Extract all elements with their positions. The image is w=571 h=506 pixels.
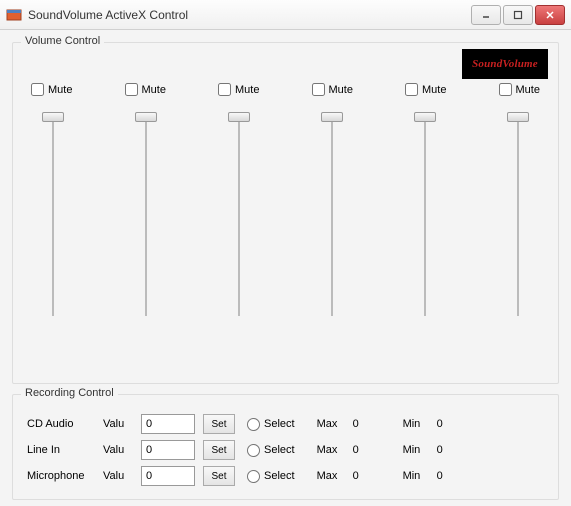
window-controls [469, 5, 565, 25]
volume-slider-2[interactable] [229, 112, 249, 322]
rec-set-button-line-in[interactable]: Set [203, 440, 235, 460]
soundvolume-logo: SoundVolume [462, 49, 548, 79]
recording-row-line-in: Line In Valu Set Select Max 0 Min 0 [25, 437, 546, 463]
volume-control-group: Volume Control SoundVolume Mute Mute Mut… [12, 42, 559, 384]
rec-min-label: Min [403, 444, 429, 456]
maximize-button[interactable] [503, 5, 533, 25]
client-area: Volume Control SoundVolume Mute Mute Mut… [0, 30, 571, 506]
rec-min-value-cd-audio: 0 [437, 418, 457, 430]
rec-value-label: Valu [103, 444, 133, 456]
rec-set-button-cd-audio[interactable]: Set [203, 414, 235, 434]
mute-checkbox-1[interactable]: Mute [125, 83, 166, 96]
volume-slider-5[interactable] [508, 112, 528, 322]
rec-select-radio-microphone[interactable]: Select [247, 470, 295, 483]
rec-min-value-microphone: 0 [437, 470, 457, 482]
volume-slider-0[interactable] [43, 112, 63, 322]
rec-value-input-microphone[interactable] [141, 466, 195, 486]
logo-text: SoundVolume [472, 58, 538, 70]
close-button[interactable] [535, 5, 565, 25]
mute-checkbox-4[interactable]: Mute [405, 83, 446, 96]
rec-max-value-cd-audio: 0 [353, 418, 381, 430]
rec-select-radio-cd-audio[interactable]: Select [247, 418, 295, 431]
recording-row-cd-audio: CD Audio Valu Set Select Max 0 Min 0 [25, 411, 546, 437]
rec-max-value-microphone: 0 [353, 470, 381, 482]
rec-min-value-line-in: 0 [437, 444, 457, 456]
volume-control-title: Volume Control [21, 35, 104, 47]
rec-select-radio-line-in[interactable]: Select [247, 444, 295, 457]
recording-row-microphone: Microphone Valu Set Select Max 0 Min 0 [25, 463, 546, 489]
rec-value-input-line-in[interactable] [141, 440, 195, 460]
rec-name-microphone: Microphone [25, 470, 95, 482]
titlebar: SoundVolume ActiveX Control [0, 0, 571, 30]
volume-slider-1[interactable] [136, 112, 156, 322]
rec-value-label: Valu [103, 418, 133, 430]
mute-checkbox-3[interactable]: Mute [312, 83, 353, 96]
rec-min-label: Min [403, 418, 429, 430]
rec-value-input-cd-audio[interactable] [141, 414, 195, 434]
volume-slider-3[interactable] [322, 112, 342, 322]
rec-min-label: Min [403, 470, 429, 482]
rec-max-label: Max [317, 418, 345, 430]
rec-set-button-microphone[interactable]: Set [203, 466, 235, 486]
volume-slider-4[interactable] [415, 112, 435, 322]
window-title: SoundVolume ActiveX Control [28, 8, 469, 22]
recording-control-group: Recording Control CD Audio Valu Set Sele… [12, 394, 559, 500]
mute-checkbox-2[interactable]: Mute [218, 83, 259, 96]
rec-max-label: Max [317, 470, 345, 482]
slider-row [25, 106, 546, 336]
mute-checkbox-5[interactable]: Mute [499, 83, 540, 96]
rec-max-label: Max [317, 444, 345, 456]
app-icon [6, 7, 22, 23]
recording-control-title: Recording Control [21, 387, 118, 399]
mute-checkbox-0[interactable]: Mute [31, 83, 72, 96]
rec-name-cd-audio: CD Audio [25, 418, 95, 430]
minimize-button[interactable] [471, 5, 501, 25]
rec-value-label: Valu [103, 470, 133, 482]
rec-name-line-in: Line In [25, 444, 95, 456]
rec-max-value-line-in: 0 [353, 444, 381, 456]
